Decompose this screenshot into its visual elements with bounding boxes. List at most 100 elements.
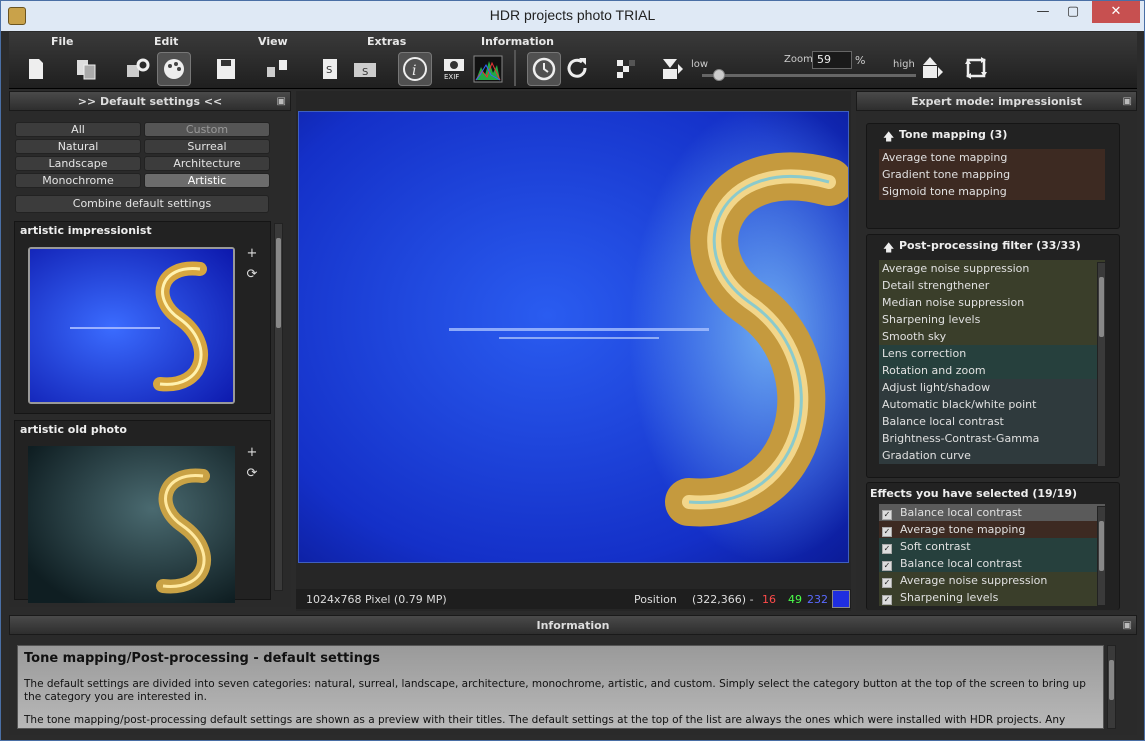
presets-scrollbar[interactable] xyxy=(274,223,283,591)
information-scrollbar[interactable] xyxy=(1107,645,1116,729)
filter-item[interactable]: Brightness-Contrast-Gamma xyxy=(879,430,1105,447)
add-preset-icon[interactable]: + xyxy=(244,246,260,262)
pixel-color-swatch xyxy=(832,590,850,608)
category-all[interactable]: All xyxy=(15,122,141,137)
tone-mapping-item[interactable]: Sigmoid tone mapping xyxy=(879,183,1105,200)
export-icon[interactable]: S xyxy=(315,52,349,86)
redo-icon[interactable] xyxy=(561,52,595,86)
batch-icon[interactable] xyxy=(261,52,295,86)
selected-effect-label: Average noise suppression xyxy=(900,574,1048,587)
print-icon[interactable]: S xyxy=(349,52,383,86)
refresh-preset-icon[interactable]: ⟳ xyxy=(244,267,260,283)
close-button[interactable]: ✕ xyxy=(1092,1,1140,23)
information-text: Tone mapping/Post-processing - default s… xyxy=(17,645,1104,729)
selected-effects-box: Effects you have selected (19/19) ✓ Balan… xyxy=(866,482,1120,610)
category-custom[interactable]: Custom xyxy=(144,122,270,137)
settings-icon[interactable] xyxy=(121,52,155,86)
info-icon[interactable]: i xyxy=(398,52,432,86)
filter-item[interactable]: Balance local contrast xyxy=(879,413,1105,430)
information-paragraph: The default settings are divided into se… xyxy=(24,678,1086,703)
checkbox-checked-icon[interactable]: ✓ xyxy=(882,561,892,571)
collapse-arrow-icon[interactable]: 🡅 xyxy=(883,128,894,147)
refresh-preset-icon[interactable]: ⟳ xyxy=(244,466,260,482)
menu-edit[interactable]: Edit xyxy=(154,35,178,48)
menu-file[interactable]: File xyxy=(51,35,74,48)
filter-item[interactable]: Sharpening levels xyxy=(879,311,1105,328)
minimize-button[interactable]: — xyxy=(1028,1,1058,23)
filter-item[interactable]: Median noise suppression xyxy=(879,294,1105,311)
zoom-input[interactable]: 59 xyxy=(812,51,852,69)
preset-thumbnail[interactable] xyxy=(28,247,235,404)
checkbox-checked-icon[interactable]: ✓ xyxy=(882,510,892,520)
tone-mapping-item[interactable]: Gradient tone mapping xyxy=(879,166,1105,183)
default-settings-title: >> Default settings << xyxy=(77,95,223,108)
preset-card[interactable]: artistic impressionist xyxy=(14,221,271,414)
filter-item[interactable]: Automatic black/white point xyxy=(879,396,1105,413)
tone-mapping-title: Tone mapping (3) xyxy=(899,128,1008,141)
position-label: Position xyxy=(634,593,677,606)
selected-effect-item[interactable]: ✓ Soft contrast xyxy=(879,538,1105,555)
combine-default-settings-button[interactable]: Combine default settings xyxy=(15,195,269,213)
scrollbar-thumb[interactable] xyxy=(1099,521,1104,571)
compare-icon[interactable] xyxy=(609,52,643,86)
collapse-arrow-icon[interactable]: 🡅 xyxy=(883,239,894,258)
category-natural[interactable]: Natural xyxy=(15,139,141,154)
selected-effect-item[interactable]: ✓ Average tone mapping xyxy=(879,521,1105,538)
new-file-icon[interactable] xyxy=(19,52,53,86)
filter-item[interactable]: Gradation curve xyxy=(879,447,1105,464)
checkbox-checked-icon[interactable]: ✓ xyxy=(882,544,892,554)
fit-to-window-icon[interactable] xyxy=(959,52,993,86)
category-landscape[interactable]: Landscape xyxy=(15,156,141,171)
save-icon[interactable] xyxy=(209,52,243,86)
zoom-out-icon[interactable] xyxy=(655,52,689,86)
maximize-button[interactable]: ▢ xyxy=(1058,1,1088,23)
category-artistic[interactable]: Artistic xyxy=(144,173,270,188)
preset-thumbnail[interactable] xyxy=(28,446,235,603)
title-bar: HDR projects photo TRIAL — ▢ ✕ xyxy=(1,1,1144,31)
open-files-icon[interactable] xyxy=(69,52,103,86)
zoom-slider[interactable] xyxy=(702,69,916,81)
tone-mapping-item[interactable]: Average tone mapping xyxy=(879,149,1105,166)
selected-effect-item[interactable]: ✓ Average noise suppression xyxy=(879,572,1105,589)
palette-icon[interactable] xyxy=(157,52,191,86)
filter-item[interactable]: Rotation and zoom xyxy=(879,362,1105,379)
scrollbar-thumb[interactable] xyxy=(276,238,281,328)
undock-icon[interactable]: ▣ xyxy=(1123,92,1132,112)
selected-effect-label: Soft contrast xyxy=(900,540,971,553)
filter-item[interactable]: Adjust light/shadow xyxy=(879,379,1105,396)
selected-effect-label: Balance local contrast xyxy=(900,557,1022,570)
selected-effects-scrollbar[interactable] xyxy=(1097,506,1106,606)
filter-item[interactable]: Detail strengthener xyxy=(879,277,1105,294)
category-architecture[interactable]: Architecture xyxy=(144,156,270,171)
selected-effect-item[interactable]: ✓ Sharpening levels xyxy=(879,589,1105,606)
histogram-icon[interactable] xyxy=(471,52,505,86)
undo-history-icon[interactable] xyxy=(527,52,561,86)
category-surreal[interactable]: Surreal xyxy=(144,139,270,154)
selected-effect-item[interactable]: ✓ Balance local contrast xyxy=(879,504,1105,521)
filter-item[interactable]: Average noise suppression xyxy=(879,260,1105,277)
undock-icon[interactable]: ▣ xyxy=(1123,616,1132,636)
filter-item[interactable]: Lens correction xyxy=(879,345,1105,362)
checkbox-checked-icon[interactable]: ✓ xyxy=(882,578,892,588)
svg-text:S: S xyxy=(326,65,332,76)
menu-view[interactable]: View xyxy=(258,35,288,48)
scrollbar-thumb[interactable] xyxy=(1109,660,1114,700)
add-preset-icon[interactable]: + xyxy=(244,445,260,461)
menu-information[interactable]: Information xyxy=(481,35,554,48)
exif-icon[interactable]: EXIF xyxy=(437,52,471,86)
checkbox-checked-icon[interactable]: ✓ xyxy=(882,527,892,537)
checkbox-checked-icon[interactable]: ✓ xyxy=(882,595,892,605)
filters-scrollbar[interactable] xyxy=(1097,262,1106,467)
zoom-slider-handle[interactable] xyxy=(712,69,725,81)
selected-effect-label: Sharpening levels xyxy=(900,591,999,604)
category-monochrome[interactable]: Monochrome xyxy=(15,173,141,188)
image-canvas[interactable] xyxy=(298,111,849,563)
zoom-in-icon[interactable] xyxy=(915,52,949,86)
preset-card[interactable]: artistic old photo xyxy=(14,420,271,603)
default-settings-panel: >> Default settings << ▣ All Custom Natu… xyxy=(9,91,291,607)
selected-effect-item[interactable]: ✓ Balance local contrast xyxy=(879,555,1105,572)
filter-item[interactable]: Smooth sky xyxy=(879,328,1105,345)
menu-extras[interactable]: Extras xyxy=(367,35,406,48)
undock-icon[interactable]: ▣ xyxy=(277,92,286,112)
scrollbar-thumb[interactable] xyxy=(1099,277,1104,337)
